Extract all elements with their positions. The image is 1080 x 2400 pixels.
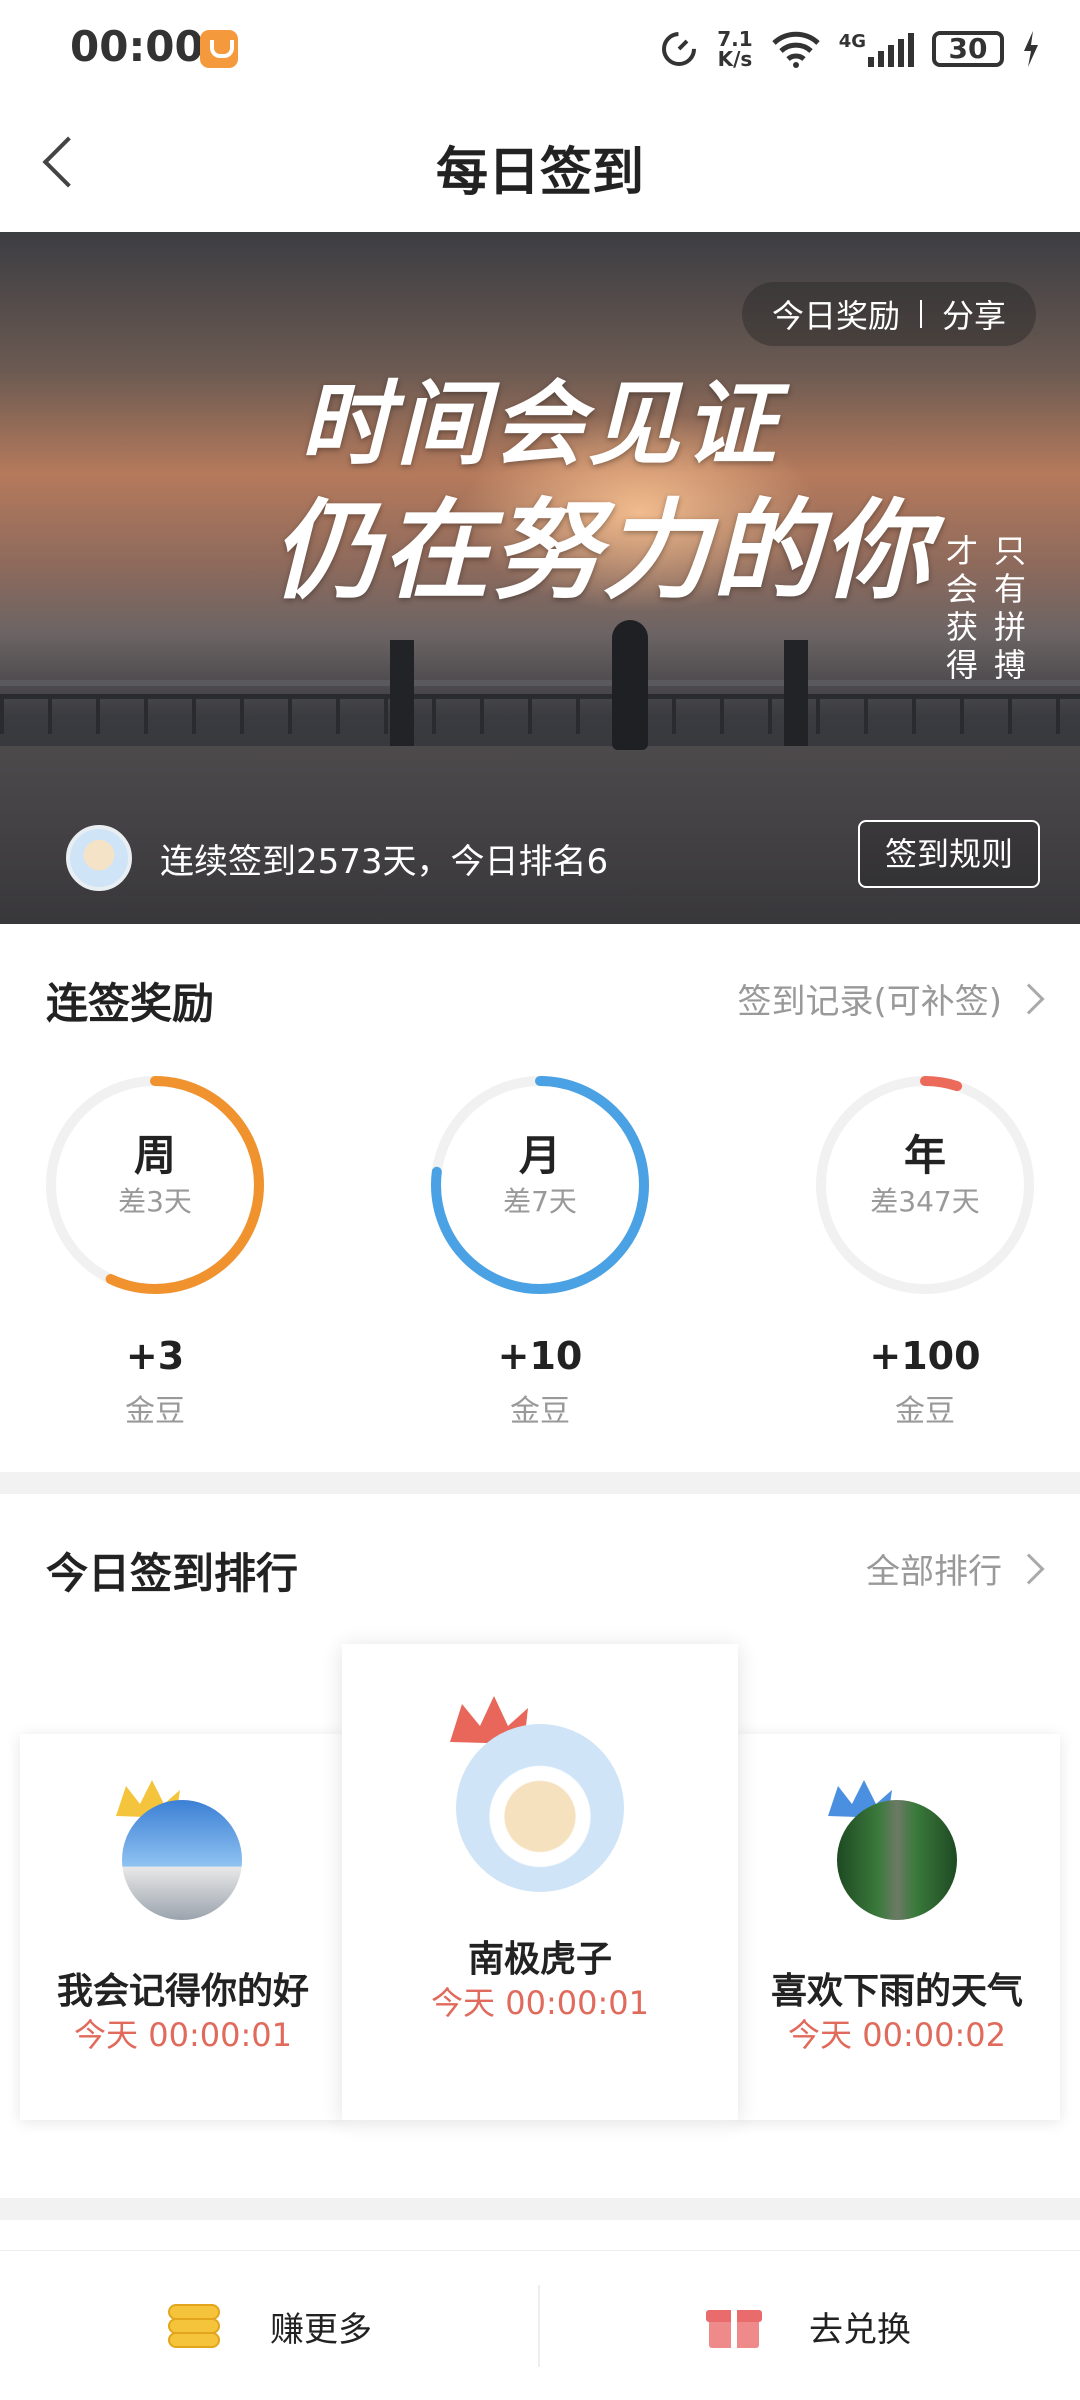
- reward-year[interactable]: 年 差347天 +100 金豆: [810, 1070, 1040, 1430]
- ranking-card-1[interactable]: 南极虎子 今天 00:00:01: [342, 1644, 738, 2120]
- data-saver-icon: [662, 32, 697, 66]
- reward-unit: 金豆: [510, 1394, 570, 1429]
- banner-actions: 今日奖励 分享: [741, 282, 1036, 346]
- battery-level: 30: [948, 32, 988, 65]
- chevron-right-icon: [1013, 982, 1045, 1015]
- speed-value: 7.1: [717, 27, 753, 51]
- status-icons: 7.1 K/s 4G 30: [659, 24, 1040, 74]
- user-name: 喜欢下雨的天气: [770, 1971, 1023, 2012]
- section-divider: [0, 1472, 1080, 1494]
- reward-period-label: 月: [518, 1131, 561, 1180]
- sign-in-record-label: 签到记录(可补签): [737, 982, 1002, 1022]
- speed-unit: K/s: [717, 47, 753, 71]
- wifi-icon: [771, 31, 820, 68]
- reward-amount: +100: [869, 1334, 981, 1378]
- reward-unit: 金豆: [895, 1394, 955, 1429]
- cellular-signal: 4G: [839, 31, 914, 67]
- vertical-char: 有: [993, 570, 1026, 608]
- reward-remaining: 差3天: [118, 1185, 192, 1218]
- banner: 今日奖励 分享 时间会见证 仍在努力的你 才 会 获 得 只 有 拼 搏 连续签…: [0, 232, 1080, 924]
- streak-rewards-title: 连签奖励: [46, 979, 215, 1028]
- share-link[interactable]: 分享: [942, 291, 1006, 337]
- page-title: 每日签到: [435, 143, 644, 203]
- banner-vertical-right: 只 有 拼 搏: [990, 532, 1030, 684]
- banner-pillar: [390, 640, 414, 746]
- streak-text: 连续签到2573天，今日排名6: [160, 841, 609, 882]
- sign-in-rules-button[interactable]: 签到规则: [858, 820, 1040, 888]
- bottom-bar: 赚更多 去兑换: [0, 2250, 1080, 2400]
- banner-railing: [0, 694, 1080, 734]
- gift-icon: [706, 2304, 762, 2348]
- ranking-card-2[interactable]: 我会记得你的好 今天 00:00:01: [20, 1734, 346, 2120]
- redeem-label: 去兑换: [809, 2309, 911, 2350]
- network-type: 4G: [838, 31, 866, 52]
- avatar: [456, 1724, 624, 1892]
- reward-amount: +3: [125, 1334, 185, 1378]
- reward-unit: 金豆: [125, 1394, 185, 1429]
- ranking-card-3[interactable]: 喜欢下雨的天气 今天 00:00:02: [734, 1734, 1060, 2120]
- status-bar: 00:00 7.1 K/s 4G 30: [0, 0, 1080, 100]
- header: 每日签到: [0, 100, 1080, 232]
- vertical-char: 获: [945, 608, 978, 646]
- pill-divider: [919, 300, 922, 328]
- earn-more-button[interactable]: 赚更多: [0, 2251, 540, 2400]
- reward-week[interactable]: 周 差3天 +3 金豆: [40, 1070, 270, 1430]
- sign-in-time: 今天 00:00:01: [431, 1984, 649, 2022]
- vertical-char: 拼: [993, 608, 1026, 646]
- vertical-char: 得: [945, 646, 978, 684]
- sign-in-time: 今天 00:00:02: [788, 2016, 1006, 2054]
- charging-icon: [1024, 31, 1038, 67]
- battery-icon: 30: [932, 31, 1004, 67]
- sign-in-time: 今天 00:00:01: [74, 2016, 292, 2054]
- streak-rewards-header: 连签奖励 签到记录(可补签): [46, 970, 1045, 1030]
- today-reward-link[interactable]: 今日奖励: [772, 291, 900, 337]
- ranking-header: 今日签到排行 全部排行: [46, 1540, 1045, 1600]
- reward-remaining: 差7天: [503, 1185, 577, 1218]
- reward-period-label: 年: [903, 1131, 946, 1180]
- reward-month[interactable]: 月 差7天 +10 金豆: [425, 1070, 655, 1430]
- avatar[interactable]: [66, 825, 132, 891]
- signal-bars-icon: [868, 31, 914, 67]
- user-name: 南极虎子: [467, 1939, 612, 1980]
- redeem-button[interactable]: 去兑换: [540, 2251, 1080, 2400]
- vertical-char: 搏: [993, 646, 1026, 684]
- all-ranking-link[interactable]: 全部排行: [866, 1544, 1045, 1593]
- vertical-char: 才: [945, 532, 978, 570]
- all-ranking-label: 全部排行: [866, 1552, 1002, 1592]
- banner-pillar: [784, 640, 808, 746]
- reward-remaining: 差347天: [870, 1185, 980, 1218]
- ranking-title: 今日签到排行: [46, 1549, 299, 1598]
- chevron-right-icon: [1013, 1552, 1045, 1585]
- reward-amount: +10: [497, 1334, 583, 1378]
- banner-vertical-left: 才 会 获 得: [942, 532, 982, 684]
- banner-headline-2: 仍在努力的你: [272, 488, 933, 614]
- coins-icon: [168, 2304, 220, 2348]
- banner-horizon: [0, 680, 1080, 686]
- network-speed: 7.1 K/s: [717, 29, 752, 69]
- user-name: 我会记得你的好: [56, 1971, 309, 2012]
- vertical-char: 会: [945, 570, 978, 608]
- status-time: 00:00: [70, 22, 204, 71]
- avatar: [122, 1800, 242, 1920]
- sign-in-record-link[interactable]: 签到记录(可补签): [737, 974, 1045, 1023]
- banner-person-silhouette: [612, 620, 648, 750]
- avatar: [837, 1800, 957, 1920]
- earn-more-label: 赚更多: [270, 2309, 372, 2350]
- vertical-char: 只: [993, 532, 1026, 570]
- notification-app-icon: [200, 30, 238, 68]
- section-divider: [0, 2198, 1080, 2220]
- reward-period-label: 周: [133, 1131, 176, 1180]
